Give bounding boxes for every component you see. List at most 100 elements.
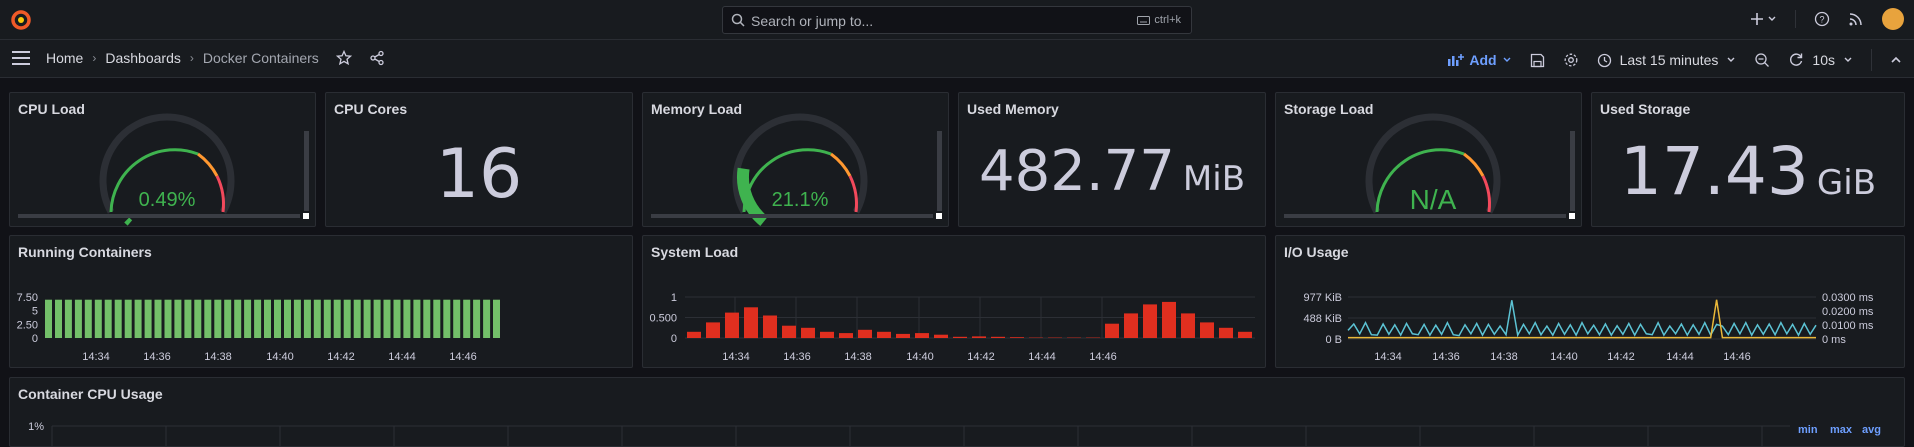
breadcrumb-dashboards[interactable]: Dashboards [105,50,181,66]
used-storage-value: 17.43 [1620,133,1809,210]
container-count-bar [165,300,172,338]
star-icon[interactable] [336,50,352,66]
refresh-icon [1788,52,1804,68]
panel-used-memory[interactable]: Used Memory 482.77MiB [958,92,1266,227]
container-count-bar [364,300,371,338]
add-button[interactable]: Add [1448,52,1511,68]
panel-container-cpu-usage[interactable]: Container CPU Usage 1% min max avg [9,377,1905,447]
cpu-load-gauge: 0.49% [10,93,316,227]
zoom-out-icon[interactable] [1754,52,1770,68]
gauge-value-arc [743,169,764,222]
gauge-bottom-bar [18,214,300,218]
panel-storage-load[interactable]: Storage Load N/A [1275,92,1582,227]
breadcrumb-home[interactable]: Home [46,50,83,66]
container-count-bar [443,300,450,338]
search-input[interactable]: Search or jump to... ctrl+k [722,6,1192,34]
x-tick-label: 14:38 [844,351,872,363]
search-shortcut-text: ctrl+k [1154,14,1181,26]
memory-load-gauge: 21.1% [643,93,949,227]
x-tick-label: 14:40 [266,351,294,363]
used-memory-unit: MiB [1183,159,1245,199]
system-load-bar [1105,324,1119,338]
io-latency-line [1348,300,1816,338]
legend-header-avg[interactable]: avg [1862,424,1881,436]
plus-icon [1751,13,1763,25]
container-count-bar [294,300,301,338]
container-count-bar [184,300,191,338]
used-storage-unit: GiB [1817,163,1876,203]
breadcrumb: Home › Dashboards › Docker Containers [46,50,385,66]
settings-gear-icon[interactable] [1563,52,1579,68]
panel-cpu-cores[interactable]: CPU Cores 16 [325,92,633,227]
container-count-bar [115,300,122,338]
news-rss-icon[interactable] [1848,11,1864,27]
chevron-down-icon [1767,14,1777,24]
breadcrumb-chevron-icon: › [190,51,194,65]
panel-title: Used Storage [1600,101,1690,117]
system-load-bar [763,316,777,339]
panel-running-containers[interactable]: Running Containers 7.5052.50014:3414:361… [9,235,633,368]
user-avatar[interactable] [1882,8,1904,30]
gauge-bar-handle [936,213,942,219]
panel-cpu-load[interactable]: CPU Load 0.49% [9,92,316,227]
menu-icon[interactable] [11,50,31,66]
gauge-bottom-bar [1284,214,1566,218]
legend-header-min[interactable]: min [1798,424,1818,436]
x-tick-label: 14:44 [1028,351,1056,363]
container-count-bar [264,300,271,338]
x-tick-label: 14:38 [1490,351,1518,363]
help-icon[interactable]: ? [1814,11,1830,27]
save-icon[interactable] [1530,53,1545,68]
gauge-value: 0.49% [139,189,196,211]
container-count-bar [145,300,152,338]
x-tick-label: 14:34 [1374,351,1402,363]
container-count-bar [174,300,181,338]
clock-icon [1597,53,1612,68]
gauge-side-bar [937,131,942,211]
system-load-bar [1124,313,1138,338]
container-count-bar [344,300,351,338]
container-count-bar [483,300,490,338]
add-button-label: Add [1469,52,1496,68]
y-tick-label: 5 [32,306,38,318]
container-count-bar [423,300,430,338]
y-tick-label: 0 [671,333,677,345]
container-count-bar [45,300,52,338]
grafana-logo-icon[interactable] [10,9,32,31]
share-icon[interactable] [369,50,385,66]
search-shortcut: ctrl+k [1137,14,1181,26]
time-range-picker[interactable]: Last 15 minutes [1597,52,1737,68]
x-tick-label: 14:36 [143,351,171,363]
container-count-bar [214,300,221,338]
container-count-bar [105,300,112,338]
breadcrumb-chevron-icon: › [92,51,96,65]
x-tick-label: 14:34 [82,351,110,363]
panel-used-storage[interactable]: Used Storage 17.43GiB [1591,92,1905,227]
system-load-bar [934,335,948,338]
panel-io-usage[interactable]: I/O Usage 977 KiB488 KiB0 B0.0300 ms0.02… [1275,235,1905,368]
container-cpu-usage-chart: 1% min max avg [10,378,1905,447]
legend-header-max[interactable]: max [1830,424,1853,436]
collapse-chevron-up-icon[interactable] [1890,54,1902,66]
y-tick-label-right: 0 ms [1822,334,1846,346]
container-count-bar [194,300,201,338]
system-load-bar [1010,337,1024,338]
panel-system-load[interactable]: System Load 10.500014:3414:3614:3814:401… [642,235,1266,368]
x-tick-label: 14:44 [1666,351,1694,363]
new-menu-button[interactable] [1751,13,1777,25]
system-load-bar [801,328,815,338]
y-tick-label-left: 977 KiB [1303,292,1342,304]
divider [1795,10,1796,28]
panel-memory-load[interactable]: Memory Load 21.1% [642,92,949,227]
stat-value: 16 [326,135,632,214]
container-count-bar [374,300,381,338]
y-tick-label: 1 [671,292,677,304]
x-tick-label: 14:46 [1723,351,1751,363]
container-count-bar [135,300,142,338]
system-load-bar [744,307,758,338]
gauge-bar-handle [1569,213,1575,219]
chevron-down-icon [1843,55,1853,65]
container-count-bar [65,300,72,338]
x-tick-label: 14:36 [1432,351,1460,363]
refresh-picker[interactable]: 10s [1788,52,1853,68]
